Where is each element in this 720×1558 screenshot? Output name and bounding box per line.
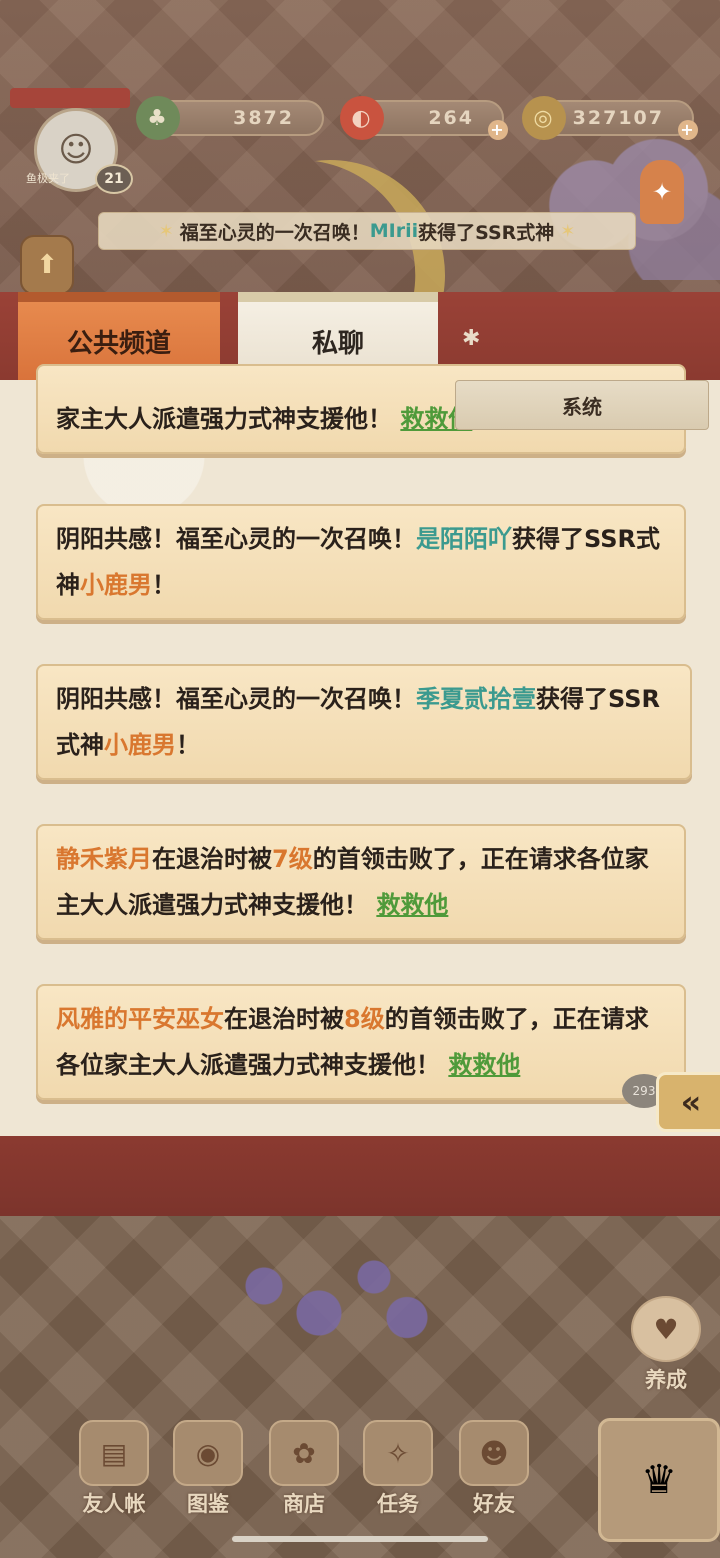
yangcheng-label: 养成 (645, 1368, 687, 1392)
nav-illustrations[interactable]: ◉ 图鉴 (168, 1420, 248, 1520)
character-portrait-button[interactable]: ♛ (598, 1418, 720, 1542)
nav-label: 商店 (283, 1492, 325, 1516)
message-player-name[interactable]: 季夏贰拾壹 (416, 685, 536, 713)
up-arrow-lantern-icon[interactable]: ⬆ (20, 235, 74, 295)
jade-value: 3872 (233, 107, 294, 129)
announcement-suffix: 获得了SSR式神 (418, 221, 555, 244)
eye-scroll-icon: ◉ (173, 1420, 243, 1486)
message-text: ！ (176, 731, 200, 759)
star-icon: ✶ (560, 220, 576, 242)
lucky-cat-icon: ✿ (269, 1420, 339, 1486)
add-magatama-button[interactable]: + (488, 120, 508, 140)
message-player-name[interactable]: 是陌陌吖 (416, 525, 512, 553)
nav-label: 好友 (473, 1492, 515, 1516)
nav-label: 图鉴 (187, 1492, 229, 1516)
message-text: ！ (152, 571, 176, 599)
coin-icon: ◎ (522, 96, 566, 140)
chat-panel-bottom (0, 1136, 720, 1216)
flower-decoration (220, 1250, 440, 1340)
fish-lantern-icon[interactable]: ✦ (640, 160, 684, 224)
tab-system[interactable]: 系统 (455, 380, 709, 430)
book-icon: ▤ (79, 1420, 149, 1486)
announcement-player: MIrii (369, 220, 419, 242)
torii-gate-decoration (10, 88, 130, 108)
announcement-banner: ✶ 福至心灵的一次召唤！ MIrii 获得了SSR式神 ✶ (98, 212, 636, 250)
task-scroll-icon: ✧ (363, 1420, 433, 1486)
nav-friends-book[interactable]: ▤ 友人帐 (74, 1420, 154, 1520)
sparkle-icon: ✱ (462, 326, 481, 351)
home-indicator[interactable] (232, 1536, 488, 1542)
help-link[interactable]: 救救他 (448, 1051, 520, 1079)
message-text: 阴阳共感！福至心灵的一次召唤！ (56, 685, 416, 713)
magatama-counter[interactable]: ◐ 264 + (340, 96, 508, 140)
nav-shop[interactable]: ✿ 商店 (264, 1420, 344, 1520)
jade-counter[interactable]: ♣ 3872 (136, 96, 324, 140)
nav-label: 任务 (377, 1492, 419, 1516)
message-text: 家主大人派遣强力式神支援他！ (56, 405, 392, 433)
chat-message: 阴阳共感！福至心灵的一次召唤！季夏贰拾壹获得了SSR式神小鹿男！ (36, 664, 692, 780)
magatama-value: 264 (428, 107, 474, 129)
doll-icon: ♥ (631, 1296, 701, 1362)
pine-jade-icon: ♣ (136, 96, 180, 140)
collapse-chat-chevron-icon[interactable]: « (656, 1072, 720, 1132)
player-name: 鱼极夹了 (26, 172, 70, 185)
add-coins-button[interactable]: + (678, 120, 698, 140)
chat-message: 静禾紫月在退治时被7级的首领击败了，正在请求各位家主大人派遣强力式神支援他！ 救… (36, 824, 686, 940)
friends-icon: ☻ (459, 1420, 529, 1486)
message-shikigami-name: 小鹿男 (80, 571, 152, 599)
cloud-decoration (540, 130, 720, 280)
message-text: 在退治时被 (152, 845, 272, 873)
nav-tasks[interactable]: ✧ 任务 (358, 1420, 438, 1520)
coin-counter[interactable]: ◎ 327107 + (522, 96, 698, 140)
coin-value: 327107 (572, 107, 664, 129)
message-shikigami-name: 小鹿男 (104, 731, 176, 759)
player-level-badge: 21 (95, 164, 133, 194)
message-player-name[interactable]: 风雅的平安巫女 (56, 1005, 224, 1033)
announcement-prefix: 福至心灵的一次召唤！ (179, 221, 370, 244)
help-link[interactable]: 救救他 (376, 891, 448, 919)
nav-label: 友人帐 (82, 1492, 146, 1516)
nav-buddies[interactable]: ☻ 好友 (454, 1420, 534, 1520)
boss-level: 8级 (344, 1005, 385, 1033)
boss-level: 7级 (272, 845, 313, 873)
chat-message: 风雅的平安巫女在退治时被8级的首领击败了，正在请求各位家主大人派遣强力式神支援他… (36, 984, 686, 1100)
star-icon: ✶ (158, 220, 174, 242)
yangcheng-button[interactable]: ♥ 养成 (626, 1296, 706, 1394)
message-player-name[interactable]: 静禾紫月 (56, 845, 152, 873)
message-text: 在退治时被 (224, 1005, 344, 1033)
magatama-icon: ◐ (340, 96, 384, 140)
chat-message: 阴阳共感！福至心灵的一次召唤！是陌陌吖获得了SSR式神小鹿男！ (36, 504, 686, 620)
message-text: 阴阳共感！福至心灵的一次召唤！ (56, 525, 416, 553)
character-portrait-icon: ♛ (641, 1457, 677, 1503)
